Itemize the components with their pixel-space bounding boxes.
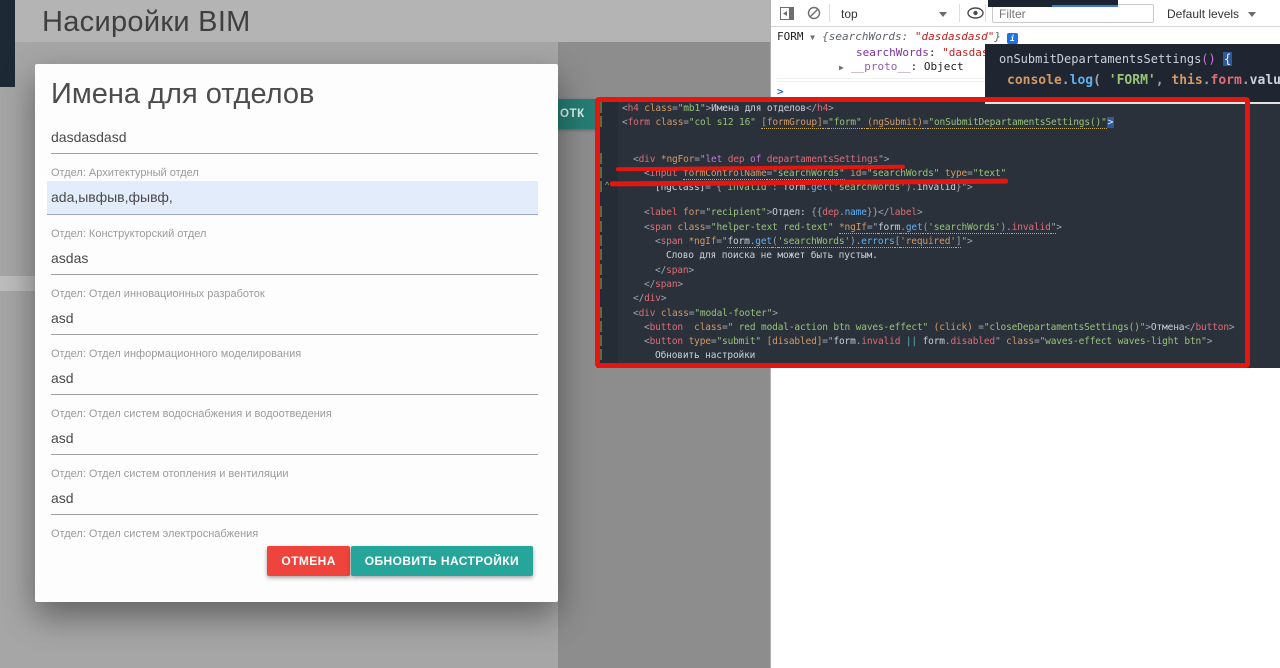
prompt-chevron-icon: > [777, 84, 784, 98]
clear-console-icon[interactable] [807, 6, 821, 20]
preview-key: searchWords: [828, 30, 915, 43]
default-levels-label: Default levels [1167, 7, 1240, 21]
annotation-rectangle [595, 97, 1250, 368]
field-label: Отдел: Конструкторский отдел [51, 228, 207, 240]
object-preview: { [822, 30, 829, 43]
field-input[interactable]: asd [51, 490, 538, 515]
cancel-button[interactable]: ОТМЕНА [267, 546, 350, 576]
page-title: Насиройки BIM [42, 6, 251, 38]
page-left-band [0, 276, 35, 291]
field-label: Отдел: Отдел инновационных разработок [51, 288, 265, 300]
popup-code-line: console.log( 'FORM', this.form.value) [1007, 73, 1280, 88]
field-label: Отдел: Отдел систем водоснабжения и водо… [51, 408, 332, 420]
modal-fields: dasdasdasd Отдел: Архитектурный отдел ada,… [47, 129, 538, 540]
property-key: searchWords [856, 45, 929, 59]
chevron-down-icon [939, 12, 948, 18]
toolbar-divider [829, 4, 830, 22]
proto-value: Object [923, 60, 964, 73]
field-input[interactable]: dasdasdasd [51, 129, 538, 154]
field-input[interactable]: ada,ывфыв,фывф, [47, 181, 538, 215]
field-label: Отдел: Отдел информационного моделирован… [51, 348, 302, 360]
screen: Насиройки BIM ОТК Имена для отделов dasd… [0, 0, 1280, 668]
field-input[interactable]: asd [51, 430, 538, 455]
default-levels-dropdown[interactable]: Default levels [1167, 7, 1257, 21]
field-label: Отдел: Отдел систем отопления и вентиляц… [51, 468, 289, 480]
chevron-down-icon [1248, 12, 1257, 18]
preview-value: "dasdasdasd" [914, 30, 995, 43]
toolbar-divider [959, 4, 960, 22]
toolbar-divider [985, 4, 986, 22]
modal-footer: ОТМЕНА ОБНОВИТЬ НАСТРОЙКИ [51, 546, 538, 576]
object-preview: } [994, 30, 1001, 43]
dock-side-icon[interactable] [780, 7, 794, 20]
departments-names-modal: Имена для отделов dasdasdasd Отдел: Архит… [35, 64, 558, 602]
field-input[interactable]: asd [51, 370, 538, 395]
field-label: Отдел: Архитектурный отдел [51, 167, 199, 179]
expand-caret-icon[interactable]: ▼ [810, 31, 822, 46]
property-sep: : [928, 45, 943, 59]
modal-title: Имена для отделов [51, 78, 315, 110]
context-selector-label: top [841, 7, 858, 21]
context-selector[interactable]: top [841, 7, 948, 21]
proto-sep: : [910, 60, 924, 73]
info-badge-icon: i [1006, 33, 1018, 44]
expand-caret-icon[interactable]: ▶ [839, 61, 851, 76]
code-popup: onSubmitDepartamentsSettings() { console… [985, 44, 1280, 104]
console-log-label: FORM [777, 30, 804, 43]
field-input[interactable]: asd [51, 310, 538, 335]
editor-tab-strip [988, 0, 1118, 7]
popup-code-line: onSubmitDepartamentsSettings() { [999, 52, 1233, 66]
sidebar-remnant [0, 0, 15, 87]
submit-button[interactable]: ОБНОВИТЬ НАСТРОЙКИ [350, 546, 533, 576]
field-label: Отдел: Отдел систем электроснабжения [51, 528, 259, 540]
field-input[interactable]: asdas [51, 250, 538, 275]
proto-label: __proto__ [851, 60, 911, 73]
eye-icon[interactable] [967, 7, 984, 19]
